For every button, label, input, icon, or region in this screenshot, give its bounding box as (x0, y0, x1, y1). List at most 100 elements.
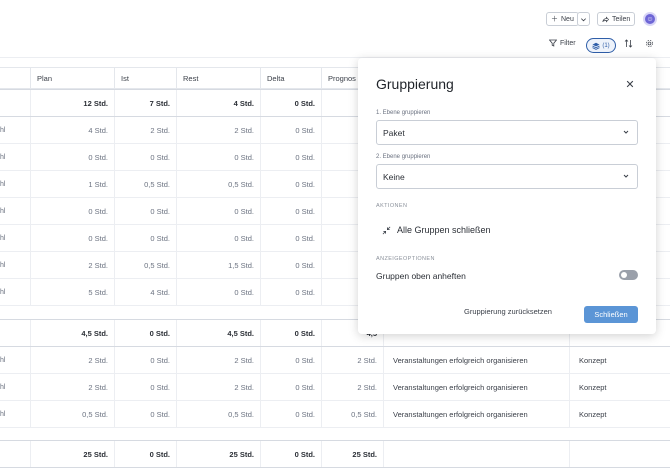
app-root: ＋ Neu Teilen ☺ Filter (1) Plan Ist Rest … (0, 0, 670, 475)
cell-ist: 0 Std. (114, 225, 176, 251)
cell-delta: 0 Std. (260, 144, 321, 170)
cell-plan: 0,5 Std. (30, 401, 114, 427)
cell-plan: 2 Std. (30, 347, 114, 373)
cell-delta: 0 Std. (260, 252, 321, 278)
grouping-button[interactable]: (1) (586, 38, 616, 53)
table-row[interactable]: hl 2 Std. 0 Std. 2 Std. 0 Std. 2 Std. Veransta… (0, 347, 670, 374)
column-header-delta[interactable]: Delta (260, 68, 321, 90)
cell-delta: 0 Std. (260, 90, 321, 116)
plus-icon: ＋ (551, 16, 558, 23)
sort-icon (624, 39, 633, 48)
level1-label: 1. Ebene gruppieren (376, 110, 431, 116)
cell-delta: 0 Std. (260, 225, 321, 251)
share-icon (602, 15, 609, 23)
cell-plan: 1 Std. (30, 171, 114, 197)
cell-ist: 7 Std. (114, 90, 176, 116)
truncated-cell: hl (0, 207, 6, 215)
cell-plan: 12 Std. (30, 90, 114, 116)
share-button-label: Teilen (612, 15, 631, 23)
cell-rest: 0,5 Std. (176, 401, 260, 427)
level1-value: Paket (383, 127, 405, 138)
cell-goal: Veranstaltungen erfolgreich organisieren (383, 347, 569, 373)
grouping-panel: Gruppierung ✕ 1. Ebene gruppieren Paket … (358, 58, 656, 334)
table-row[interactable]: hl 0,5 Std. 0 Std. 0,5 Std. 0 Std. 0,5 Std. Ve… (0, 401, 670, 428)
actions-heading: AKTIONEN (376, 203, 408, 209)
filter-button[interactable]: Filter (549, 39, 576, 47)
cell-rest: 2 Std. (176, 347, 260, 373)
cell-rest: 25 Std. (176, 441, 260, 467)
pin-groups-toggle[interactable] (619, 270, 638, 280)
cell-ist: 0 Std. (114, 401, 176, 427)
cell-rest: 0 Std. (176, 144, 260, 170)
table-row[interactable]: hl 2 Std. 0 Std. 2 Std. 0 Std. 2 Std. Veransta… (0, 374, 670, 401)
truncated-cell: hl (0, 288, 6, 296)
truncated-cell: hl (0, 261, 6, 269)
close-button[interactable]: Schließen (584, 306, 638, 323)
cell-goal: Veranstaltungen erfolgreich organisieren (383, 374, 569, 400)
cell-phase: Konzept (569, 347, 670, 373)
cell-prognose: 0,5 Std. (321, 401, 383, 427)
close-icon[interactable]: ✕ (624, 78, 636, 91)
cell-plan: 5 Std. (30, 279, 114, 305)
cell-delta: 0 Std. (260, 441, 321, 467)
cell-goal: Veranstaltungen erfolgreich organisieren (383, 401, 569, 427)
cell-delta: 0 Std. (260, 374, 321, 400)
cell-delta: 0 Std. (260, 198, 321, 224)
new-button-label: Neu (561, 15, 574, 23)
cell-ist: 4 Std. (114, 279, 176, 305)
cell-plan: 0 Std. (30, 144, 114, 170)
truncated-cell: hl (0, 234, 6, 242)
cell-phase: Konzept (569, 401, 670, 427)
truncated-cell: hl (0, 383, 6, 391)
cell-empty (569, 441, 670, 467)
cell-rest: 0 Std. (176, 279, 260, 305)
cell-prognose: 2 Std. (321, 374, 383, 400)
display-options-heading: ANZEIGEOPTIONEN (376, 256, 435, 262)
cell-ist: 0 Std. (114, 144, 176, 170)
cell-delta: 0 Std. (260, 401, 321, 427)
cell-delta: 0 Std. (260, 117, 321, 143)
level2-label: 2. Ebene gruppieren (376, 154, 431, 160)
new-dropdown-button[interactable] (577, 12, 590, 26)
pin-groups-label: Gruppen oben anheften (376, 271, 466, 281)
filter-label: Filter (560, 39, 576, 47)
column-header-ist[interactable]: Ist (114, 68, 176, 90)
cell-rest: 1,5 Std. (176, 252, 260, 278)
cell-empty (383, 441, 569, 467)
level2-select[interactable]: Keine (376, 164, 638, 189)
share-button[interactable]: Teilen (597, 12, 636, 26)
collapse-all-label: Alle Gruppen schließen (397, 225, 491, 235)
chevron-down-icon (623, 130, 629, 134)
panel-title: Gruppierung (376, 76, 454, 92)
cell-plan: 4 Std. (30, 117, 114, 143)
filter-icon (549, 39, 557, 47)
truncated-cell: hl (0, 410, 6, 418)
cell-rest: 4,5 Std. (176, 320, 260, 346)
cell-prognose: 2 Std. (321, 347, 383, 373)
cell-delta: 0 Std. (260, 347, 321, 373)
collapse-all-groups-button[interactable]: Alle Gruppen schließen (382, 225, 491, 235)
group-total-row[interactable]: 25 Std. 0 Std. 25 Std. 0 Std. 25 Std. (0, 440, 670, 468)
cell-rest: 4 Std. (176, 90, 260, 116)
sort-button[interactable] (624, 39, 633, 48)
truncated-cell: hl (0, 153, 6, 161)
gear-icon (646, 40, 653, 47)
new-button[interactable]: ＋ Neu (546, 12, 579, 26)
cell-rest: 2 Std. (176, 117, 260, 143)
cell-plan: 2 Std. (30, 252, 114, 278)
reset-grouping-button[interactable]: Gruppierung zurücksetzen (464, 307, 552, 316)
avatar[interactable]: ☺ (643, 12, 657, 26)
cell-ist: 0 Std. (114, 374, 176, 400)
cell-ist: 0 Std. (114, 347, 176, 373)
cell-rest: 0,5 Std. (176, 171, 260, 197)
settings-button[interactable] (645, 39, 654, 48)
cell-ist: 0 Std. (114, 441, 176, 467)
cell-delta: 0 Std. (260, 279, 321, 305)
cell-phase: Konzept (569, 374, 670, 400)
collapse-icon (382, 226, 391, 234)
level1-select[interactable]: Paket (376, 120, 638, 145)
column-header-rest[interactable]: Rest (176, 68, 260, 90)
column-header-plan[interactable]: Plan (30, 68, 114, 90)
chevron-down-icon (581, 17, 586, 21)
cell-plan: 4,5 Std. (30, 320, 114, 346)
